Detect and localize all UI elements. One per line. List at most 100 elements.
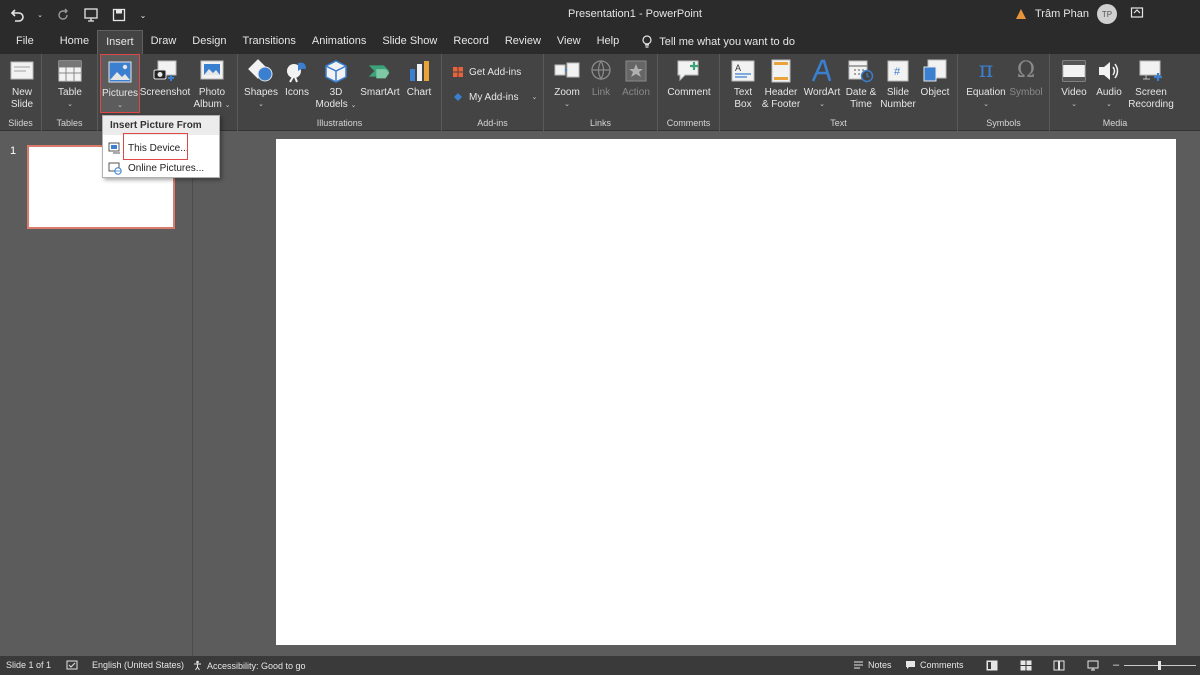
new-slide-button[interactable]: New Slide [6,58,38,111]
wordart-button[interactable]: WordArt ⌄ [802,58,842,111]
pi-icon: π [978,58,994,83]
accessibility-label: Accessibility: Good to go [207,660,306,671]
tab-slide-show[interactable]: Slide Show [374,30,445,54]
screen-recording-label-1: Screen [1135,87,1167,98]
wordart-chevron-icon: ⌄ [819,101,825,108]
text-box-button[interactable]: A Text Box [728,58,758,111]
tab-view[interactable]: View [549,30,589,54]
comment-button[interactable]: Comment [666,58,712,99]
3d-models-label-2: Models [315,99,348,110]
chart-button[interactable]: Chart [402,58,436,99]
icons-button[interactable]: Icons [280,58,314,99]
normal-view-button[interactable] [986,660,998,671]
video-button[interactable]: Video ⌄ [1056,58,1092,111]
slide-sorter-button[interactable] [1020,660,1032,671]
object-button[interactable]: Object [918,58,952,99]
group-label-text: Text [830,118,847,128]
header-footer-icon [768,58,794,84]
svg-text:A: A [735,63,741,73]
date-time-button[interactable]: Date & Time [842,58,880,111]
audio-button[interactable]: Audio ⌄ [1092,58,1126,111]
tab-transitions[interactable]: Transitions [235,30,304,54]
spell-check-icon[interactable] [66,660,78,671]
tab-insert[interactable]: Insert [97,30,143,54]
calendar-icon [848,58,874,84]
tab-file[interactable]: File [0,30,52,54]
accessibility-icon [194,660,201,671]
tab-help[interactable]: Help [589,30,628,54]
photo-album-button[interactable]: Photo Album ⌄ [190,58,234,112]
tab-home[interactable]: Home [52,30,97,54]
3d-models-label-1: 3D [329,87,343,98]
date-time-label-1: Date & [845,87,877,98]
user-area[interactable]: Trâm Phan TP [1015,4,1118,24]
notes-button[interactable]: Notes [853,660,892,670]
comment-label: Comment [667,87,711,98]
tell-me-search[interactable]: Tell me what you want to do [627,30,803,54]
zoom-slider-handle[interactable] [1158,661,1161,670]
group-label-links: Links [589,118,611,128]
tab-review[interactable]: Review [497,30,549,54]
symbol-button[interactable]: Ω Symbol [1008,58,1044,99]
smartart-button[interactable]: SmartArt [358,58,402,99]
equation-button[interactable]: π Equation ⌄ [964,58,1008,111]
online-pictures-icon [108,162,122,175]
get-addins-button[interactable]: Get Add-ins [452,66,521,78]
date-time-label-2: Time [850,99,872,110]
table-label: Table [58,87,82,98]
slide-show-button[interactable] [1087,660,1099,671]
3d-models-label-row: Models ⌄ [316,99,357,112]
slide-show-icon [1087,660,1099,671]
zoom-out-button[interactable]: – [1113,659,1119,671]
screen-recording-button[interactable]: Screen Recording [1126,58,1176,111]
action-button[interactable]: Action [618,58,654,99]
table-chevron-icon: ⌄ [67,101,73,108]
pictures-button[interactable]: Pictures ⌄ [100,54,140,113]
slide-canvas[interactable] [276,139,1176,645]
comment-icon [676,58,702,84]
tab-design[interactable]: Design [184,30,234,54]
text-box-label-1: Text [733,87,753,98]
online-pictures-label: Online Pictures... [128,162,205,174]
screenshot-button[interactable]: Screenshot [140,58,190,99]
group-label-tables: Tables [56,118,83,128]
ribbon-display-options-icon[interactable] [1130,6,1144,25]
wordart-label: WordArt [803,87,841,98]
my-addins-label: My Add-ins [469,91,519,103]
language-indicator[interactable]: English (United States) [92,660,184,670]
shapes-button[interactable]: Shapes ⌄ [244,58,278,111]
notes-label: Notes [868,660,892,670]
equation-chevron-icon: ⌄ [983,101,989,108]
link-button[interactable]: Link [586,58,616,99]
tab-animations[interactable]: Animations [304,30,374,54]
zoom-button[interactable]: Zoom ⌄ [550,58,584,111]
chart-icon [406,58,432,84]
equation-label: Equation [966,87,1006,98]
audio-label: Audio [1096,87,1122,98]
tab-record[interactable]: Record [445,30,496,54]
screen-recording-label-2: Recording [1128,99,1174,110]
group-symbols: π Equation ⌄ Ω Symbol Symbols [958,54,1050,131]
group-tables: Table ⌄ Tables [42,54,98,131]
reading-view-button[interactable] [1053,660,1065,671]
menu-item-online-pictures[interactable]: Online Pictures... [103,158,219,178]
header-footer-button[interactable]: Header & Footer [760,58,802,111]
table-button[interactable]: Table ⌄ [54,58,86,111]
group-text: A Text Box Header & Footer WordArt ⌄ Dat… [720,54,958,131]
slide-number-button[interactable]: # Slide Number [878,58,918,111]
avatar[interactable]: TP [1097,4,1118,24]
group-illustrations: Shapes ⌄ Icons 3D Models ⌄ SmartArt Char… [238,54,442,131]
tab-draw[interactable]: Draw [143,30,185,54]
my-addins-button[interactable]: My Add-ins ⌄ [452,91,537,103]
my-addins-icon [454,93,462,101]
header-footer-label-1: Header [764,87,798,98]
link-icon [588,58,614,84]
new-slide-icon [9,58,35,84]
wordart-icon [809,58,835,84]
screen-recording-icon [1138,58,1164,84]
ribbon-tabs: File Home Insert Draw Design Transitions… [0,30,1200,54]
comments-button[interactable]: Comments [905,660,964,670]
3d-models-button[interactable]: 3D Models ⌄ [314,58,358,112]
pictures-chevron-icon: ⌄ [117,102,123,109]
accessibility-status[interactable]: Accessibility: Good to go [192,660,306,671]
